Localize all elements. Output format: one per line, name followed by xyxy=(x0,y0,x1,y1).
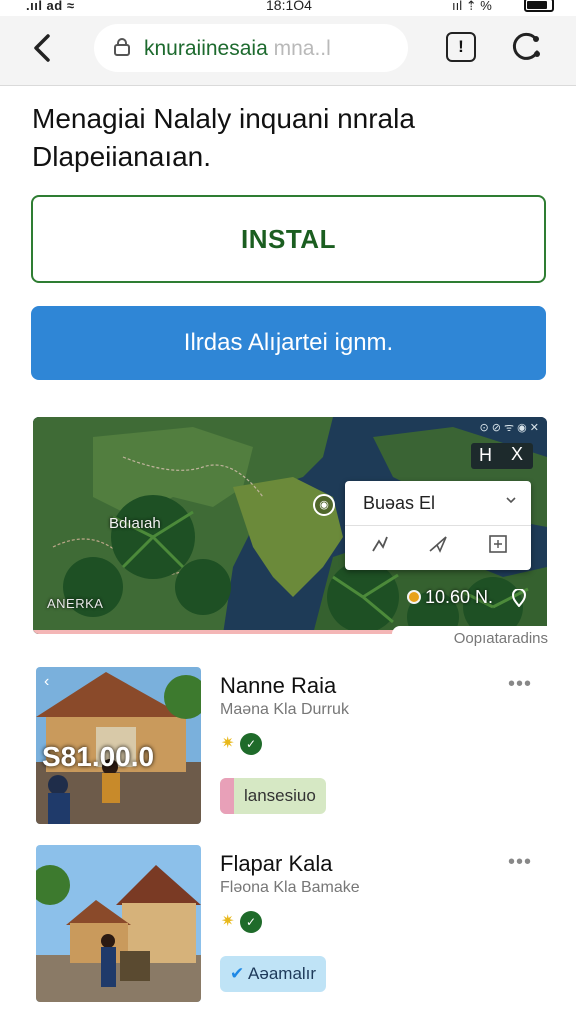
popup-divider xyxy=(345,525,531,526)
popup-title: Buəas El xyxy=(363,493,436,513)
lock-icon xyxy=(114,38,130,56)
map-controls[interactable]: H X xyxy=(471,443,533,469)
sun-icon: ✷ xyxy=(221,913,235,930)
listing-name[interactable]: Flapar Kala xyxy=(220,851,333,877)
map-card[interactable]: ⊙ ⊘ ᯤ ◉ ✕ H X ◉ Bdıaıah ANERKA Buəas El … xyxy=(33,417,547,634)
map-popup[interactable]: Buəas El xyxy=(345,481,531,570)
battery-icon xyxy=(524,0,554,12)
compass-icon[interactable]: ◉ xyxy=(313,494,335,516)
listing-thumbnail[interactable]: ‹ S81.00.0 xyxy=(36,667,201,824)
map-time-readout: 10.60 N. xyxy=(407,587,493,608)
location-dot-icon xyxy=(407,590,421,604)
more-options-icon[interactable]: ••• xyxy=(508,673,532,696)
url-main: knuraiinesaia xyxy=(144,37,268,60)
chevron-down-icon[interactable] xyxy=(505,493,517,509)
direction-icon[interactable] xyxy=(423,533,453,561)
primary-action-button[interactable]: Ilrdas Alıjartei ignm. xyxy=(31,306,546,380)
menu-icon[interactable] xyxy=(510,30,544,64)
list-item[interactable]: Flapar Kala Fləona Kla Bamake ••• ✷ ✓ ✔ … xyxy=(0,845,576,1005)
listing-subtitle: Maəna Kla Durruk xyxy=(220,701,349,718)
page-headline: Menagiai Nalaly inquani nnrala Dlapeiian… xyxy=(32,103,415,172)
tabs-button[interactable]: ! xyxy=(446,32,476,62)
status-bar: .ııl ad ≈ 18:1O4 ııl ⇡ % xyxy=(0,0,576,16)
listing-tag[interactable]: lansesiuo xyxy=(220,778,326,814)
listing-tag[interactable]: ✔ Aəamalır xyxy=(220,956,327,992)
twitter-icon: ✔ xyxy=(230,964,249,983)
share-icon[interactable] xyxy=(365,533,395,561)
browser-toolbar: knuraiinesaia mna..l ! xyxy=(0,16,576,86)
listing-tag-label: Aəamalır xyxy=(248,964,317,983)
url-text: knuraiinesaia mna..l xyxy=(144,37,331,61)
url-bar[interactable]: knuraiinesaia mna..l xyxy=(94,24,408,72)
verified-check-icon: ✓ xyxy=(240,911,262,933)
listing-thumbnail[interactable] xyxy=(36,845,201,1002)
expand-icon[interactable] xyxy=(483,533,513,561)
status-time: 18:1O4 xyxy=(266,0,312,13)
more-options-icon[interactable]: ••• xyxy=(508,851,532,874)
pause-button[interactable]: H xyxy=(479,445,492,466)
install-button[interactable]: INSTAL xyxy=(31,195,546,283)
location-pin-icon[interactable] xyxy=(511,588,527,612)
list-item[interactable]: ‹ S81.00.0 Nanne Raia Maəna Kla Durruk •… xyxy=(0,667,576,827)
price-overlay: S81.00.0 xyxy=(42,741,155,772)
carrier-signal: .ııl ad ≈ xyxy=(26,0,75,13)
chevron-left-icon: ‹ xyxy=(44,673,50,690)
sun-icon: ✷ xyxy=(221,735,235,752)
map-progress-bar xyxy=(33,630,393,634)
map-place-label: Bdıaıah xyxy=(109,515,161,532)
map-caption: Oopıataradins xyxy=(392,626,548,652)
status-signal: ııl ⇡ % xyxy=(452,0,492,13)
close-map-button[interactable]: X xyxy=(511,444,523,465)
listing-name[interactable]: Nanne Raia xyxy=(220,673,336,699)
verified-check-icon: ✓ xyxy=(240,733,262,755)
url-faded: mna..l xyxy=(273,37,331,60)
back-arrow-icon[interactable] xyxy=(28,30,60,66)
time-readout-text: 10.60 N. xyxy=(425,587,494,607)
map-region-label: ANERKA xyxy=(47,596,104,611)
listing-subtitle: Fləona Kla Bamake xyxy=(220,879,360,896)
map-status-icons: ⊙ ⊘ ᯤ ◉ ✕ xyxy=(479,422,539,434)
